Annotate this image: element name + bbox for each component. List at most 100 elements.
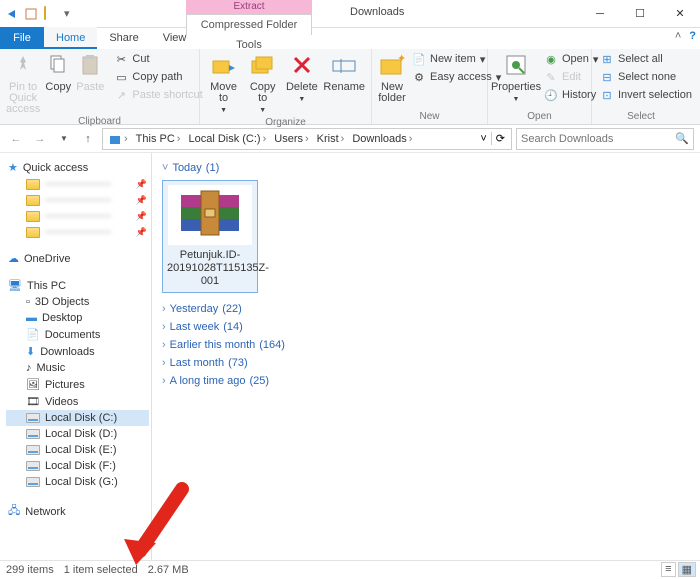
archive-icon — [168, 185, 252, 245]
nav-this-pc[interactable]: 🖥This PC — [6, 277, 149, 294]
nav-desktop[interactable]: ▬Desktop — [6, 310, 149, 326]
tab-home[interactable]: Home — [44, 27, 97, 49]
nav-local-disk-f[interactable]: Local Disk (F:) — [6, 458, 149, 474]
cut-button[interactable]: ✂Cut — [112, 51, 204, 67]
group-last-month[interactable]: ›Last month (73) — [162, 357, 690, 369]
nav-local-disk-e[interactable]: Local Disk (E:) — [6, 442, 149, 458]
status-item-count: 299 items — [6, 564, 54, 576]
nav-pictures[interactable]: 🖼Pictures — [6, 376, 149, 393]
file-name: Petunjuk.ID-20191028T115135Z-001 — [167, 249, 269, 287]
edit-icon: ✎ — [544, 70, 558, 84]
refresh-button[interactable]: ⟳ — [491, 132, 509, 145]
cube-icon: ▫ — [26, 296, 30, 308]
file-list[interactable]: ˅Today (1) Petunjuk.ID-20191028T115135Z-… — [152, 153, 700, 560]
select-all-button[interactable]: ⊞Select all — [598, 51, 694, 67]
icons-view-button[interactable]: ▦ — [678, 562, 696, 577]
pin-icon: 📌 — [136, 211, 147, 222]
select-none-button[interactable]: ⊟Select none — [598, 69, 694, 85]
minimize-button[interactable]: ─ — [580, 0, 620, 28]
nav-network[interactable]: 🖧Network — [6, 500, 149, 523]
nav-pinned-item[interactable]: ——————📌 — [6, 176, 149, 192]
group-today[interactable]: ˅Today (1) — [162, 162, 690, 174]
qat-dropdown-icon[interactable]: ▾ — [64, 7, 70, 20]
folder-icon — [26, 211, 40, 222]
nav-quick-access[interactable]: ★Quick access — [6, 159, 149, 176]
search-box[interactable]: 🔍 — [516, 128, 694, 150]
paste-icon — [76, 51, 104, 79]
copy-button[interactable]: Copy — [44, 51, 72, 93]
pin-to-quick-access-button[interactable]: Pin to Quick access — [6, 51, 40, 115]
edit-button[interactable]: ✎Edit — [542, 69, 600, 85]
breadcrumb-item[interactable]: Users› — [271, 133, 311, 145]
ribbon-tabs: File Home Share View ˄ ? — [0, 27, 700, 49]
desktop-icon: ▬ — [26, 312, 37, 324]
group-earlier-month[interactable]: ›Earlier this month (164) — [162, 339, 690, 351]
history-icon: 🕘 — [544, 88, 558, 102]
ribbon-expand-icon[interactable]: ˄ — [675, 30, 681, 42]
nav-local-disk-g[interactable]: Local Disk (G:) — [6, 474, 149, 490]
properties-button[interactable]: Properties▼ — [494, 51, 538, 105]
drive-icon — [26, 429, 40, 439]
search-input[interactable] — [521, 133, 689, 145]
nav-3d-objects[interactable]: ▫3D Objects — [6, 294, 149, 310]
group-long-time-ago[interactable]: ›A long time ago (25) — [162, 375, 690, 387]
help-icon[interactable]: ? — [689, 30, 696, 42]
nav-documents[interactable]: 📄Documents — [6, 326, 149, 343]
breadcrumb-item[interactable]: Downloads› — [349, 133, 415, 145]
new-folder-button[interactable]: ✦ New folder — [378, 51, 406, 104]
maximize-button[interactable]: ☐ — [620, 0, 660, 28]
folder-icon — [26, 227, 40, 238]
group-label-new: New — [378, 110, 481, 124]
invert-icon: ⊡ — [600, 88, 614, 102]
paste-button[interactable]: Paste — [76, 51, 104, 93]
folder-icon — [26, 195, 40, 206]
new-window-icon[interactable] — [24, 7, 38, 21]
copy-path-button[interactable]: ▭Copy path — [112, 69, 204, 85]
pin-icon: 📌 — [136, 195, 147, 206]
details-view-button[interactable]: ≡ — [661, 562, 675, 577]
status-size: 2.67 MB — [148, 564, 189, 576]
close-button[interactable]: ✕ — [660, 0, 700, 28]
file-item-selected[interactable]: Petunjuk.ID-20191028T115135Z-001 — [162, 180, 258, 293]
nav-local-disk-d[interactable]: Local Disk (D:) — [6, 426, 149, 442]
nav-up-button[interactable]: ↑ — [78, 129, 98, 149]
nav-videos[interactable]: 🎞Videos — [6, 393, 149, 410]
rename-icon — [330, 51, 358, 79]
group-yesterday[interactable]: ›Yesterday (22) — [162, 303, 690, 315]
window-title: Downloads — [350, 6, 404, 18]
cloud-icon: ☁ — [8, 252, 19, 265]
pin-icon: 📌 — [136, 179, 147, 190]
paste-shortcut-button[interactable]: ↗Paste shortcut — [112, 87, 204, 103]
nav-local-disk-c[interactable]: Local Disk (C:) — [6, 410, 149, 426]
copy-to-button[interactable]: Copy to▼ — [245, 51, 280, 116]
nav-pinned-item[interactable]: ——————📌 — [6, 224, 149, 240]
caret-right-icon: › — [162, 375, 166, 387]
invert-selection-button[interactable]: ⊡Invert selection — [598, 87, 694, 103]
nav-pinned-item[interactable]: ——————📌 — [6, 192, 149, 208]
drive-icon — [26, 477, 40, 487]
nav-onedrive[interactable]: ☁OneDrive — [6, 250, 149, 267]
nav-music[interactable]: ♪Music — [6, 360, 149, 376]
move-to-button[interactable]: Move to▼ — [206, 51, 241, 116]
breadcrumb[interactable]: › This PC› Local Disk (C:)› Users› Krist… — [102, 128, 512, 150]
documents-icon: 📄 — [26, 328, 40, 341]
nav-back-button[interactable]: ← — [6, 129, 26, 149]
breadcrumb-dropdown-icon[interactable]: ˅ — [480, 133, 486, 145]
tab-view[interactable]: View — [151, 27, 199, 49]
back-arrow-icon[interactable] — [4, 7, 18, 21]
breadcrumb-item[interactable]: Local Disk (C:)› — [185, 133, 269, 145]
nav-downloads[interactable]: ⬇Downloads — [6, 343, 149, 360]
nav-recent-button[interactable]: ▼ — [54, 129, 74, 149]
rename-button[interactable]: Rename — [323, 51, 365, 93]
drive-icon — [26, 461, 40, 471]
copy-icon — [44, 51, 72, 79]
group-last-week[interactable]: ›Last week (14) — [162, 321, 690, 333]
tab-file[interactable]: File — [0, 27, 44, 49]
tab-share[interactable]: Share — [97, 27, 150, 49]
nav-forward-button[interactable]: → — [30, 129, 50, 149]
breadcrumb-item[interactable]: This PC› — [133, 133, 184, 145]
nav-pinned-item[interactable]: ——————📌 — [6, 208, 149, 224]
breadcrumb-root-icon[interactable]: › — [105, 132, 131, 146]
breadcrumb-item[interactable]: Krist› — [314, 133, 348, 145]
delete-button[interactable]: Delete▼ — [284, 51, 319, 105]
